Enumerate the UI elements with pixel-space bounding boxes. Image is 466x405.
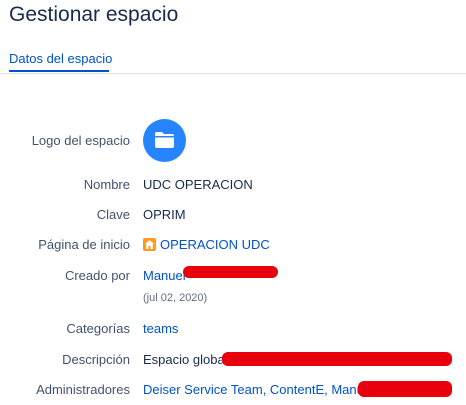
name-value: UDC OPERACION [143,177,253,192]
created-date: (jul 02, 2020) [143,292,208,304]
page-title: Gestionar espacio [9,3,179,26]
logo-label: Logo del espacio [31,133,130,148]
name-label: Nombre [83,177,130,192]
description-label: Descripción [62,352,130,367]
created-by-user-link[interactable]: Manuel [143,268,186,283]
categories-label: Categorías [66,321,130,336]
folder-icon [155,132,174,148]
home-page-link[interactable]: OPERACION UDC [143,237,270,252]
redaction-mark [222,352,452,366]
key-value: OPRIM [143,207,186,222]
description-value: Espacio global [143,352,228,367]
tab-bar: Datos del espacio [0,48,466,74]
category-link-teams[interactable]: teams [143,321,178,336]
tab-space-details[interactable]: Datos del espacio [9,51,112,66]
created-by-label: Creado por [64,268,130,283]
redaction-mark [183,266,278,278]
redaction-mark [358,381,452,397]
home-icon [143,238,156,251]
home-page-label: Página de inicio [38,237,130,252]
administrators-list[interactable]: Deiser Service Team, ContentE, Manuel [143,382,374,397]
administrators-label: Administradores [36,382,130,397]
active-tab-indicator [9,70,109,72]
key-label: Clave [96,207,130,222]
space-logo[interactable] [143,119,186,162]
home-page-title[interactable]: OPERACION UDC [160,237,270,252]
